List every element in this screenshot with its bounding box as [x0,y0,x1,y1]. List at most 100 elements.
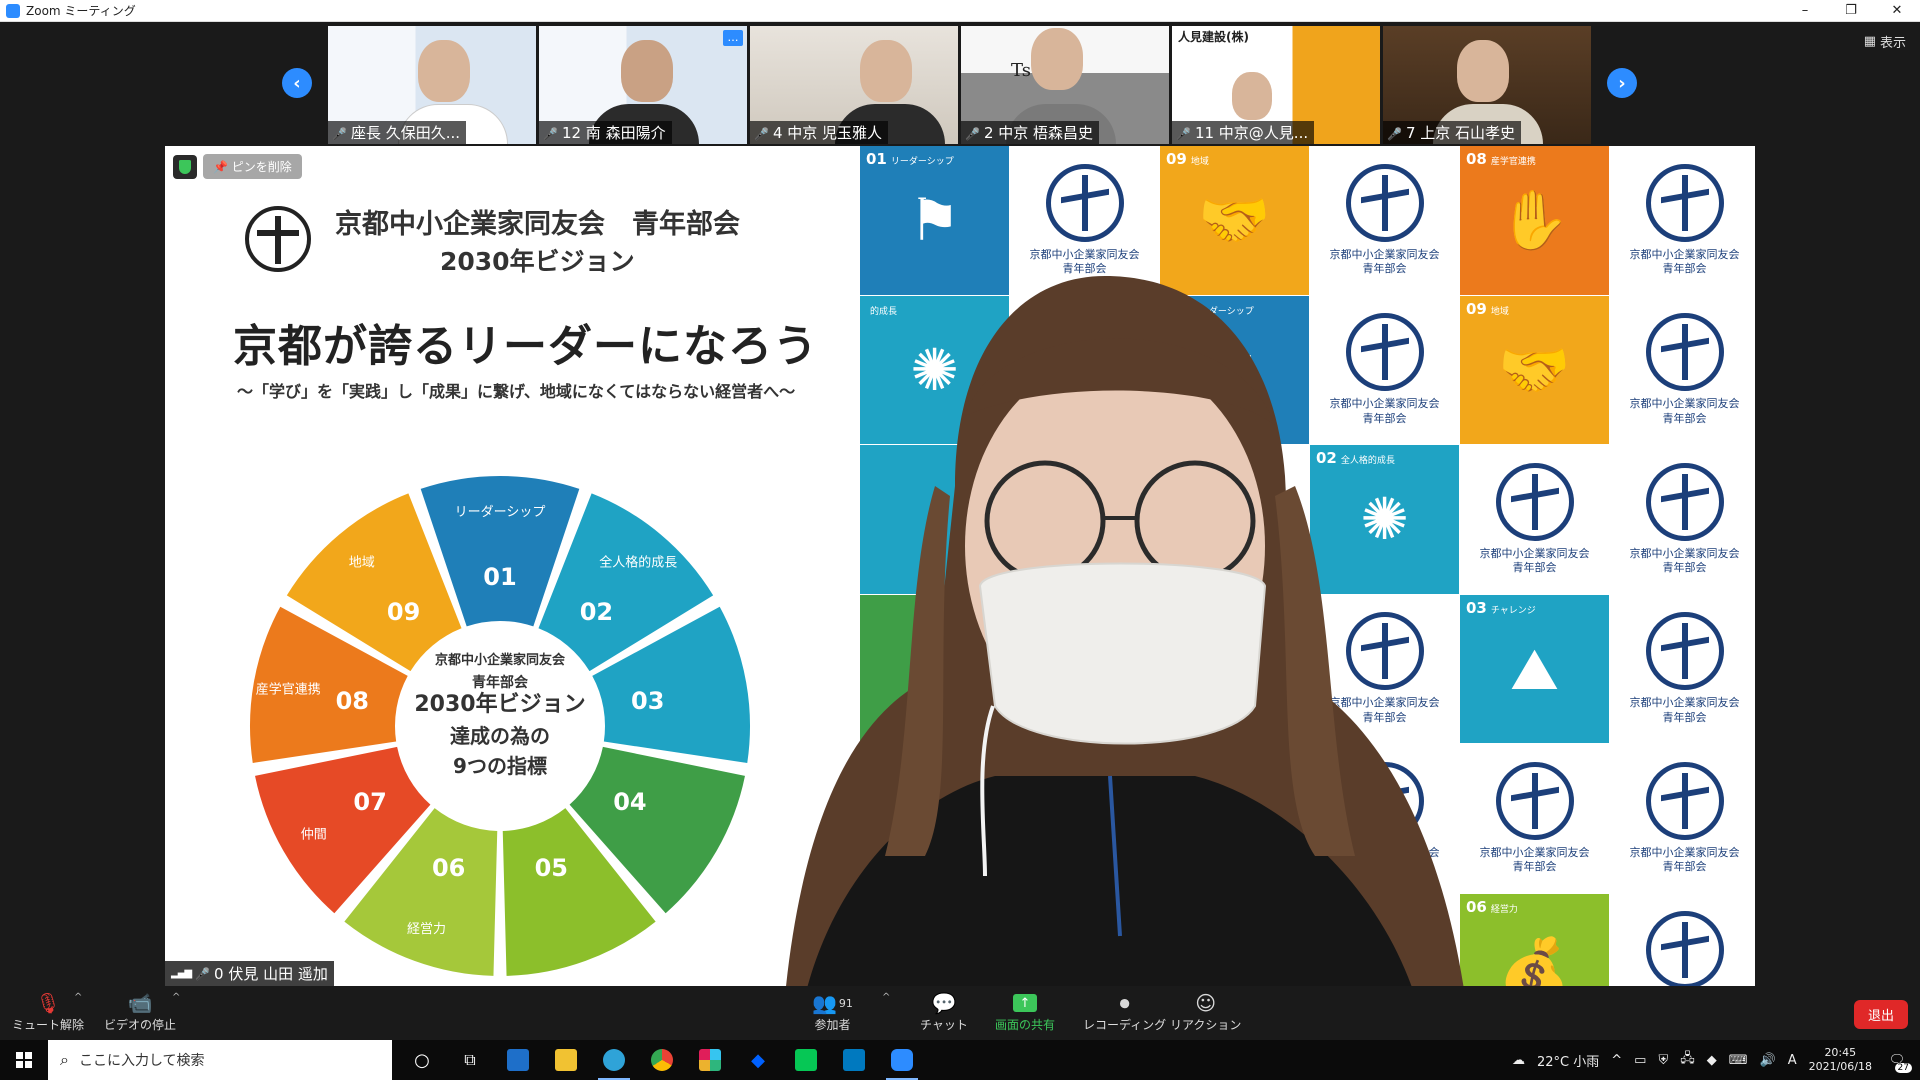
org-logo-icon [1645,163,1724,242]
taskbar-app-slack[interactable] [686,1040,734,1080]
participant-video [860,40,912,102]
maximize-button[interactable]: ❐ [1828,0,1874,22]
stop-video-button[interactable]: 📹 ビデオの停止 [104,990,176,1033]
wheel-segment-label: 仲間 [301,828,327,843]
network-icon[interactable]: 🖧 [1680,1049,1695,1071]
org-logo-tile: 京都中小企業家同友会青年部会 [1610,445,1755,594]
prev-page-button[interactable]: ‹ [282,68,312,98]
unpin-label: ピンを削除 [231,160,292,174]
unpin-button[interactable]: 📌 ピンを削除 [203,154,302,179]
ime-indicator[interactable]: A [1788,1053,1797,1068]
org-logo-caption: 京都中小企業家同友会青年部会 [1629,546,1740,575]
taskbar-app-pinned[interactable] [494,1040,542,1080]
presenter-video [786,276,1464,986]
taskbar-app-trello[interactable] [830,1040,878,1080]
cortana-button[interactable]: ○ [398,1040,446,1080]
org-logo-caption: 京都中小企業家同友会青年部会 [1629,247,1740,276]
participant-video [1232,72,1272,120]
zoom-icon [891,1049,913,1071]
stop-video-label: ビデオの停止 [104,1018,177,1032]
taskbar-app-dropbox[interactable]: ◆ [734,1040,782,1080]
folder-icon [555,1049,577,1071]
reactions-label: リアクション [1170,1018,1242,1032]
participant-name: 7 上京 石山孝史 [1405,124,1516,142]
leave-button[interactable]: 退出 [1853,1000,1908,1029]
participants-count: 91 [838,996,853,1010]
participant-thumbnail[interactable]: 🎤 4 中京 児玉雅人 [750,26,958,144]
taskbar-app-line[interactable] [782,1040,830,1080]
speaker-name: 0 伏見 山田 遥加 [214,965,328,983]
org-logo-tile: 京都中小企業家同友会青年部会 [1610,594,1755,743]
audio-options-caret[interactable]: ^ [74,992,82,1003]
taskbar-app-explorer[interactable] [542,1040,590,1080]
camera-icon: 📹 [127,991,153,1015]
taskbar-search[interactable]: ⌕ ここに入力して検索 [48,1040,392,1080]
volume-icon[interactable]: 🔊 [1760,1053,1776,1068]
wheel-segment-number: 06 [432,854,465,882]
tile-label: 産学官連携 [1490,157,1536,167]
pin-controls: 📌 ピンを削除 [173,154,302,179]
dropbox-tray-icon[interactable]: ◆ [1707,1053,1717,1068]
participant-name: 11 中京@人見... [1194,124,1309,142]
vision-title: 2030年ビジョン [440,247,635,276]
active-speaker-video: 京都中小企業家同友会 青年部会 2030年ビジョン 京都が誇るリーダーになろう … [165,146,1755,986]
tile-label: リーダーシップ [890,157,954,167]
show-hidden-icons[interactable]: ^ [1611,1053,1622,1068]
more-options-button[interactable]: … [723,30,743,46]
chat-icon: 💬 [931,991,957,1015]
chat-button[interactable]: 💬 チャット [920,990,968,1033]
minimize-button[interactable]: – [1782,0,1828,22]
org-logo-icon [1645,612,1724,691]
task-view-button[interactable]: ⧉ [446,1040,494,1080]
video-options-caret[interactable]: ^ [172,992,180,1003]
speaker-name-tag: ▂▄▆ 🎤 0 伏見 山田 遥加 [165,961,334,986]
participant-thumbnail[interactable]: … 🎤 12 南 森田陽介 [539,26,747,144]
mic-muted-icon: 🎤 [754,127,769,141]
participants-button[interactable]: 👥 91 参加者 [812,990,853,1033]
clock[interactable]: 20:45 2021/06/18 [1809,1046,1872,1075]
tile-label: 地域 [1190,157,1209,167]
wheel-segment-label: リーダーシップ [455,505,546,520]
line-icon [795,1049,817,1071]
grid-icon: ▦ [1863,34,1876,49]
battery-icon[interactable]: ▭ [1634,1053,1646,1068]
shield-icon [173,154,197,179]
chrome-icon [651,1049,673,1071]
participant-thumbnail[interactable]: 人見建設(株) 🎤 11 中京@人見... [1172,26,1380,144]
participant-name: 12 南 森田陽介 [561,124,666,142]
dropbox-icon: ◆ [751,1049,765,1071]
taskbar-app-edge[interactable] [590,1040,638,1080]
mic-muted-icon: 🎤 [1387,127,1402,141]
reactions-button[interactable]: ☺ リアクション [1170,990,1241,1033]
shield-tray-icon[interactable]: ⛨ [1658,1053,1668,1068]
tile-number: 09 [1166,150,1187,168]
trello-icon [843,1049,865,1071]
taskbar-app-chrome[interactable] [638,1040,686,1080]
participant-video [1457,40,1509,102]
start-button[interactable] [0,1040,48,1080]
mic-muted-icon: 🎤 [332,127,347,141]
zoom-app-icon [6,3,20,18]
wheel-segment-label: 経営力 [407,922,446,937]
next-page-button[interactable]: › [1607,68,1637,98]
wheel-center-text: 京都中小企業家同友会 [435,652,566,668]
close-button[interactable]: ✕ [1874,0,1920,22]
weather-text[interactable]: 22°C 小雨 [1537,1051,1599,1070]
action-center-button[interactable]: 🗨 27 [1884,1047,1912,1073]
org-logo-icon [1645,462,1724,541]
org-logo-tile: 京都中小企業家同友会青年部会 [1610,893,1755,986]
participant-thumbnail[interactable]: Ts gn 🎤2 中京 梧森昌史 [961,26,1169,144]
participants-options-caret[interactable]: ^ [882,992,890,1003]
org-logo-icon [1645,313,1724,392]
participant-thumbnail[interactable]: 🎤 座長 久保田久... [328,26,536,144]
mic-muted-icon: 🎤 [543,127,558,141]
keyboard-icon[interactable]: ⌨ [1729,1053,1748,1068]
record-button[interactable]: ⏺ レコーディング [1083,990,1166,1033]
share-screen-button[interactable]: ↑ 画面の共有 [995,990,1055,1033]
signal-bars-icon: ▂▄▆ [171,968,192,979]
taskbar-app-zoom[interactable] [878,1040,926,1080]
view-button[interactable]: ▦ 表示 [1864,32,1906,51]
view-button-label: 表示 [1879,36,1906,51]
org-logo-icon [1345,163,1424,242]
participant-thumbnail[interactable]: 🎤 7 上京 石山孝史 [1383,26,1591,144]
